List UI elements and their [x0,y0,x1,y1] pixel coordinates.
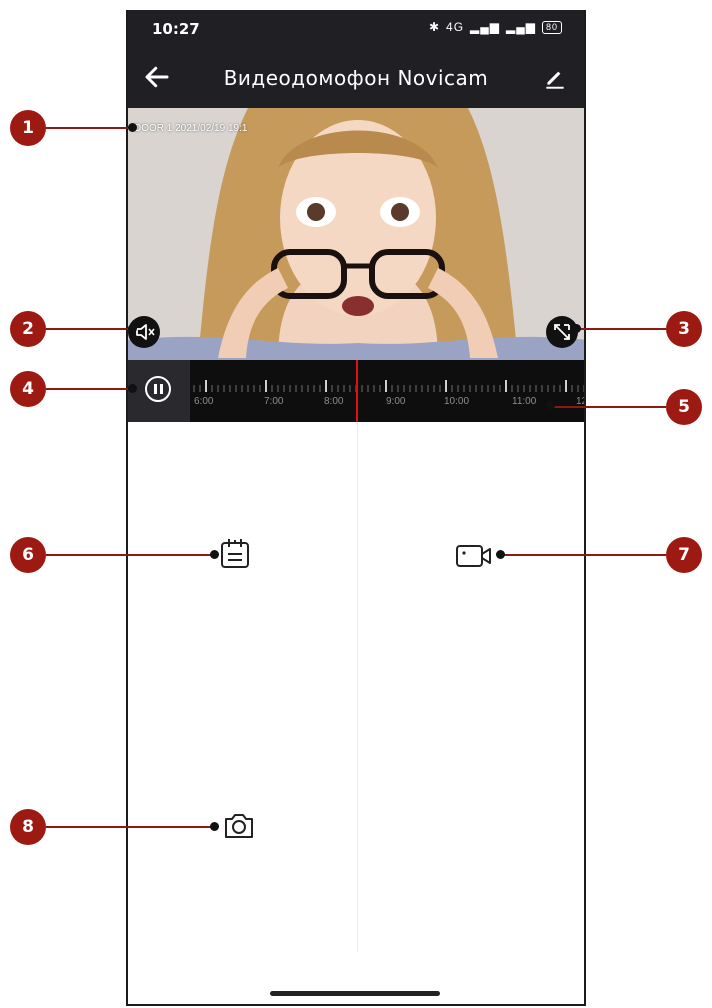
phone-screen: 10:27 ✱ 4G ▂▄▆ ▂▄▆ 80 Видеодомофон Novic… [126,10,586,1006]
leader-dot [572,324,581,333]
callout-3: 3 [666,311,702,347]
home-indicator[interactable] [270,991,440,996]
leader-line [576,328,666,330]
tick-label: 10:00 [444,396,470,407]
network-label: 4G [446,20,465,34]
tick-label: 8:00 [324,396,344,407]
pencil-icon[interactable] [542,64,568,90]
callout-4: 4 [10,371,46,407]
callout-5: 5 [666,389,702,425]
leader-line [46,826,212,828]
panel-divider [357,422,358,952]
tick-marks [193,380,584,392]
leader-dot [496,550,505,559]
leader-dot [128,123,137,132]
leader-dot [210,822,219,831]
leader-dot [210,550,219,559]
signal-icon-2: ▂▄▆ [506,20,536,34]
camera-icon[interactable] [222,808,256,842]
battery-icon: 80 [541,20,562,34]
app-bar: Видеодомофон Novicam [128,48,584,108]
leader-line [552,406,666,408]
leader-line [46,127,130,129]
leader-dot [128,384,137,393]
leader-line [46,388,130,390]
playhead[interactable] [356,360,358,422]
callout-2: 2 [10,311,46,347]
tick-label: 6:00 [194,396,214,407]
leader-dot [128,324,137,333]
callout-7: 7 [666,537,702,573]
video-frame [128,108,584,360]
callout-1: 1 [10,110,46,146]
bluetooth-icon: ✱ [428,20,441,34]
leader-line [502,554,666,556]
page-title: Видеодомофон Novicam [223,66,489,90]
video-overlay-text: DOOR 1 2021/02/19 19:1 [134,123,248,134]
timeline-ticks[interactable]: 6:00 7:00 8:00 9:00 10:00 11:00 12 [190,360,584,422]
tick-label: 9:00 [386,396,406,407]
timeline-scrubber[interactable]: 6:00 7:00 8:00 9:00 10:00 11:00 12 [128,360,584,422]
video-camera-icon[interactable] [454,538,494,572]
pause-icon [145,376,171,402]
leader-dot [546,401,555,410]
calendar-list-icon[interactable] [218,536,252,570]
callout-8: 8 [10,809,46,845]
tick-label: 11:00 [512,396,537,407]
pause-button[interactable] [128,360,190,422]
callout-6: 6 [10,537,46,573]
live-video[interactable]: DOOR 1 2021/02/19 19:1 [128,108,584,360]
leader-line [46,328,130,330]
status-icons: ✱ 4G ▂▄▆ ▂▄▆ 80 [429,20,562,34]
status-bar: 10:27 ✱ 4G ▂▄▆ ▂▄▆ 80 [128,10,584,48]
tick-label: 7:00 [264,396,284,407]
status-time: 10:27 [152,20,200,38]
leader-line [46,554,212,556]
signal-icon: ▂▄▆ [470,20,501,34]
